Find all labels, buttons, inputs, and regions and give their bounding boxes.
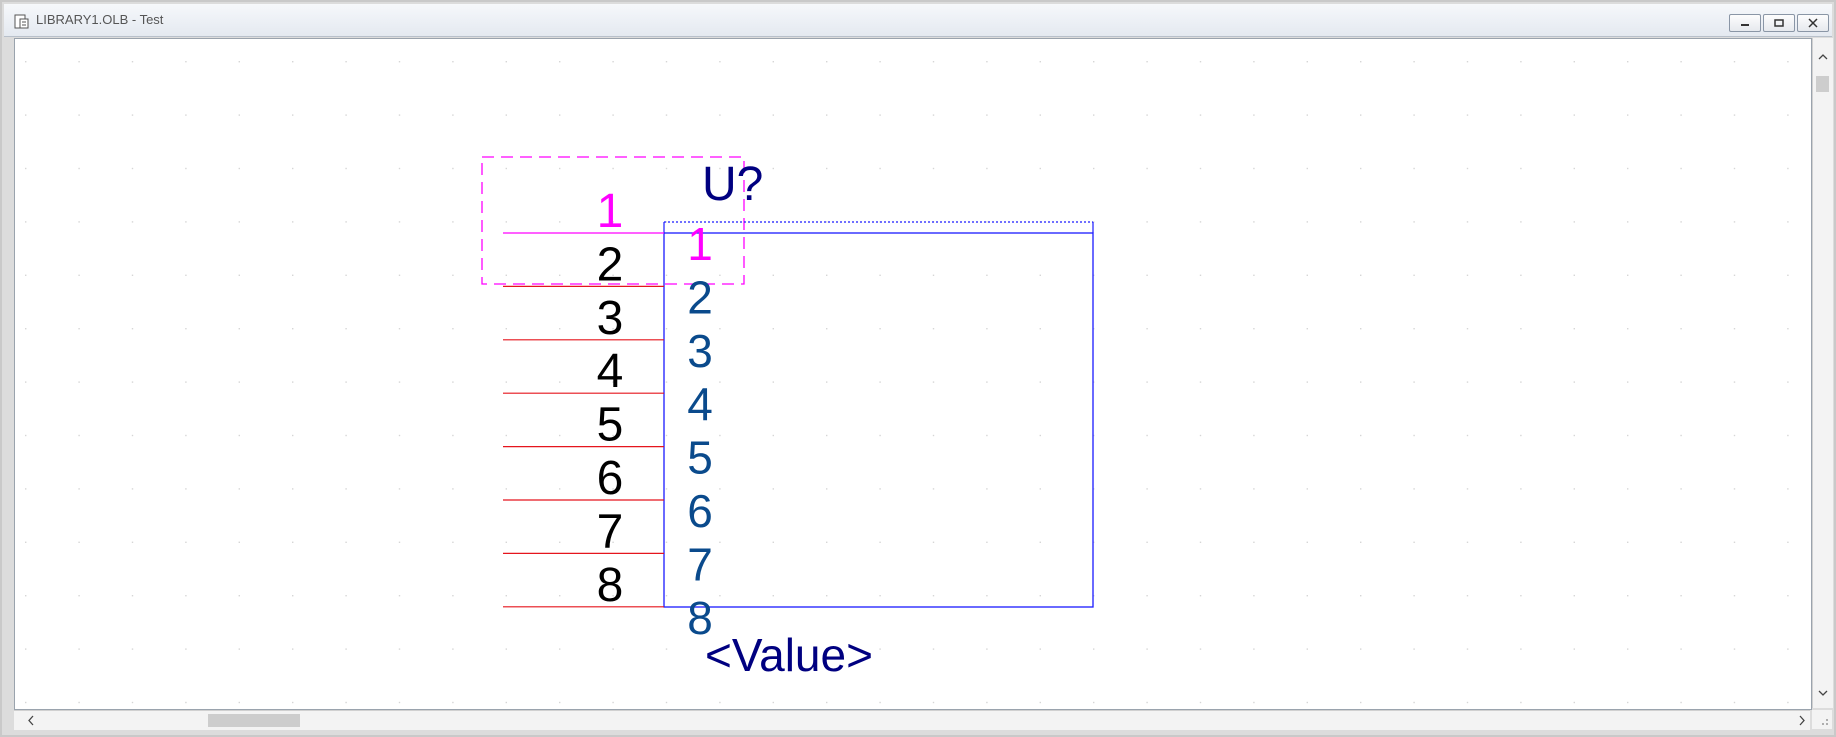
document-icon: [14, 14, 29, 29]
pin-number-2[interactable]: 2: [597, 238, 624, 291]
pin-number-5[interactable]: 5: [597, 399, 624, 452]
scroll-right-icon[interactable]: [1795, 711, 1809, 730]
pin-number-7[interactable]: 7: [597, 505, 624, 558]
minimize-icon: [1741, 24, 1749, 26]
scroll-down-icon[interactable]: [1813, 686, 1833, 700]
restore-icon: [1774, 19, 1784, 27]
restore-button[interactable]: [1763, 14, 1795, 32]
pin-name-7[interactable]: 7: [687, 538, 713, 590]
resize-grip-icon: [1822, 719, 1828, 725]
pin-group: 1122334455667788: [503, 185, 713, 644]
vertical-scroll-thumb[interactable]: [1816, 76, 1829, 92]
window-title: LIBRARY1.OLB - Test: [36, 12, 164, 27]
pin-name-5[interactable]: 5: [687, 432, 713, 484]
horizontal-scrollbar[interactable]: [14, 710, 1810, 730]
close-icon: [1808, 18, 1818, 28]
pin-name-8[interactable]: 8: [687, 592, 713, 644]
scroll-up-icon[interactable]: [1813, 50, 1833, 64]
pin-number-1[interactable]: 1: [597, 185, 624, 238]
schematic-canvas[interactable]: U? <Value> 1122334455667788: [14, 38, 1812, 710]
resize-grip[interactable]: [1812, 710, 1832, 729]
pin-number-4[interactable]: 4: [597, 345, 624, 398]
part-body[interactable]: [663, 232, 1094, 608]
horizontal-scroll-thumb[interactable]: [208, 714, 300, 727]
scroll-left-icon[interactable]: [24, 711, 38, 730]
minimize-button[interactable]: [1729, 14, 1761, 32]
pin-name-4[interactable]: 4: [687, 378, 713, 430]
pin-name-2[interactable]: 2: [687, 271, 713, 323]
pin-name-6[interactable]: 6: [687, 485, 713, 537]
vertical-scrollbar[interactable]: [1812, 38, 1833, 708]
pin-number-8[interactable]: 8: [597, 559, 624, 612]
pin-name-3[interactable]: 3: [687, 325, 713, 377]
title-bar[interactable]: LIBRARY1.OLB - Test: [4, 4, 1832, 37]
pin-number-6[interactable]: 6: [597, 452, 624, 505]
close-button[interactable]: [1797, 14, 1829, 32]
pin-name-1[interactable]: 1: [687, 218, 713, 270]
part-value[interactable]: <Value>: [705, 629, 873, 681]
pin-number-3[interactable]: 3: [597, 292, 624, 345]
app-window: LIBRARY1.OLB - Test U? <Value> 112233445…: [0, 0, 1836, 737]
part-reference[interactable]: U?: [702, 158, 763, 211]
part-symbol[interactable]: U? <Value> 1122334455667788: [15, 39, 1811, 709]
